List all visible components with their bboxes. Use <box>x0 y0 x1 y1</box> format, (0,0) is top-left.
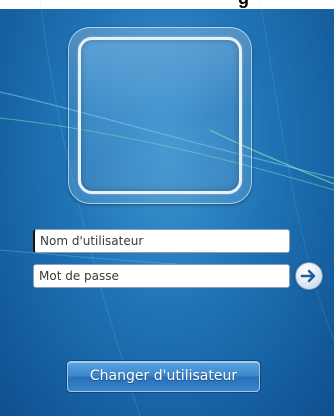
arrow-right-icon <box>300 269 316 283</box>
username-field[interactable] <box>33 229 290 253</box>
switch-user-button[interactable]: Changer d'utilisateur <box>67 361 260 392</box>
password-field[interactable] <box>33 264 290 288</box>
user-picture-frame <box>68 27 252 204</box>
user-picture <box>78 37 242 194</box>
windows-logon-screen: g Changer d'utilisateur <box>0 0 334 416</box>
submit-login-button[interactable] <box>295 262 323 290</box>
